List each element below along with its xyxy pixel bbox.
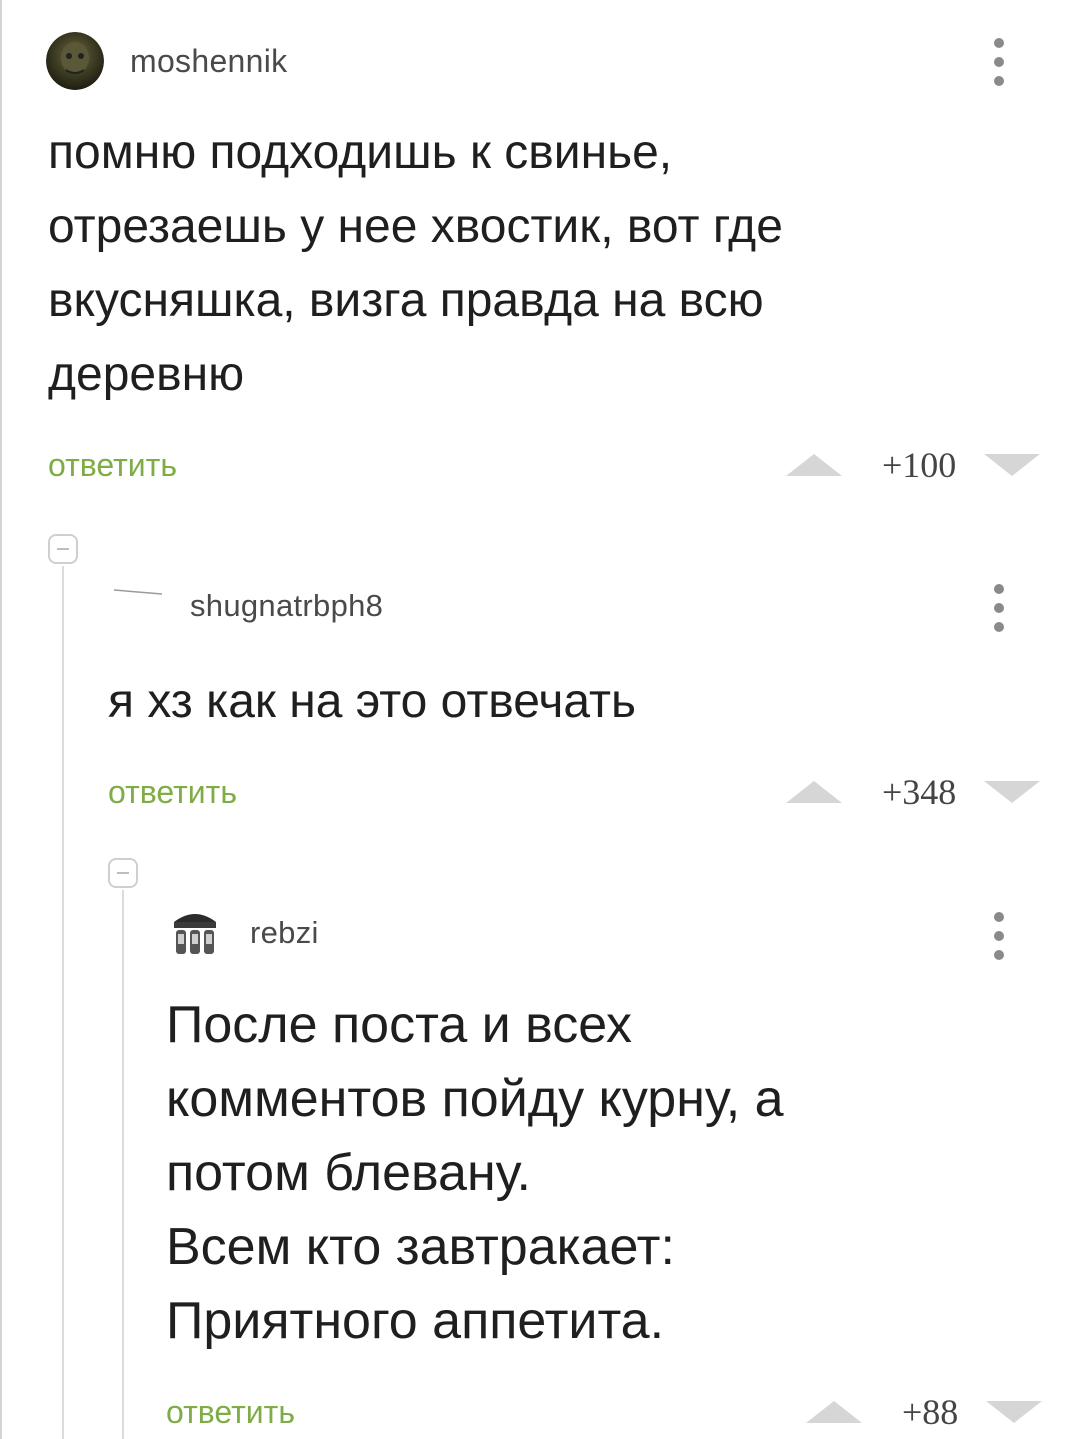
arrow-down-icon[interactable] xyxy=(986,1401,1043,1423)
arrow-up-icon[interactable] xyxy=(806,1401,862,1423)
avatar-image xyxy=(46,32,104,90)
arrow-down-icon[interactable] xyxy=(984,781,1041,803)
more-options-icon[interactable] xyxy=(993,912,1005,960)
collapse-thread-icon[interactable] xyxy=(108,858,138,888)
arrow-down-icon[interactable] xyxy=(984,454,1041,476)
comment-text: После поста и всех комментов пойду курну… xyxy=(166,996,784,1350)
username[interactable]: moshennik xyxy=(130,43,287,80)
comment-text: помню подходишь к свинье, отрезаешь у не… xyxy=(48,126,783,401)
arrow-up-icon[interactable] xyxy=(786,454,842,476)
username[interactable]: shugnatrbph8 xyxy=(190,588,383,624)
score: +100 xyxy=(882,445,957,485)
thread-line xyxy=(122,890,124,1439)
avatar-image xyxy=(113,589,163,595)
user-avatar[interactable] xyxy=(112,584,164,628)
more-options-icon[interactable] xyxy=(993,38,1005,86)
collapse-thread-icon[interactable] xyxy=(48,534,78,564)
thread-line xyxy=(62,566,64,1439)
reply-button[interactable]: ответить xyxy=(48,447,177,484)
reply-button[interactable]: ответить xyxy=(108,774,237,811)
page-left-border xyxy=(0,0,2,1439)
username[interactable]: rebzi xyxy=(250,915,319,951)
more-options-icon[interactable] xyxy=(993,584,1005,632)
vote-controls: +100 xyxy=(786,444,1041,486)
score: +348 xyxy=(882,772,957,812)
comment-1-header: moshennik xyxy=(46,32,287,90)
vote-controls: +348 xyxy=(786,771,1041,813)
user-avatar[interactable] xyxy=(46,32,104,90)
comment-2-header: shugnatrbph8 xyxy=(112,584,383,628)
arrow-up-icon[interactable] xyxy=(786,781,842,803)
comment-text: я хз как на это отвечать xyxy=(108,675,636,728)
comment-3-header: rebzi xyxy=(166,904,319,962)
score: +88 xyxy=(902,1392,959,1432)
reply-button[interactable]: ответить xyxy=(166,1394,295,1431)
avatar-image xyxy=(174,914,216,954)
vote-controls: +88 xyxy=(806,1391,1043,1433)
user-avatar[interactable] xyxy=(166,904,224,962)
